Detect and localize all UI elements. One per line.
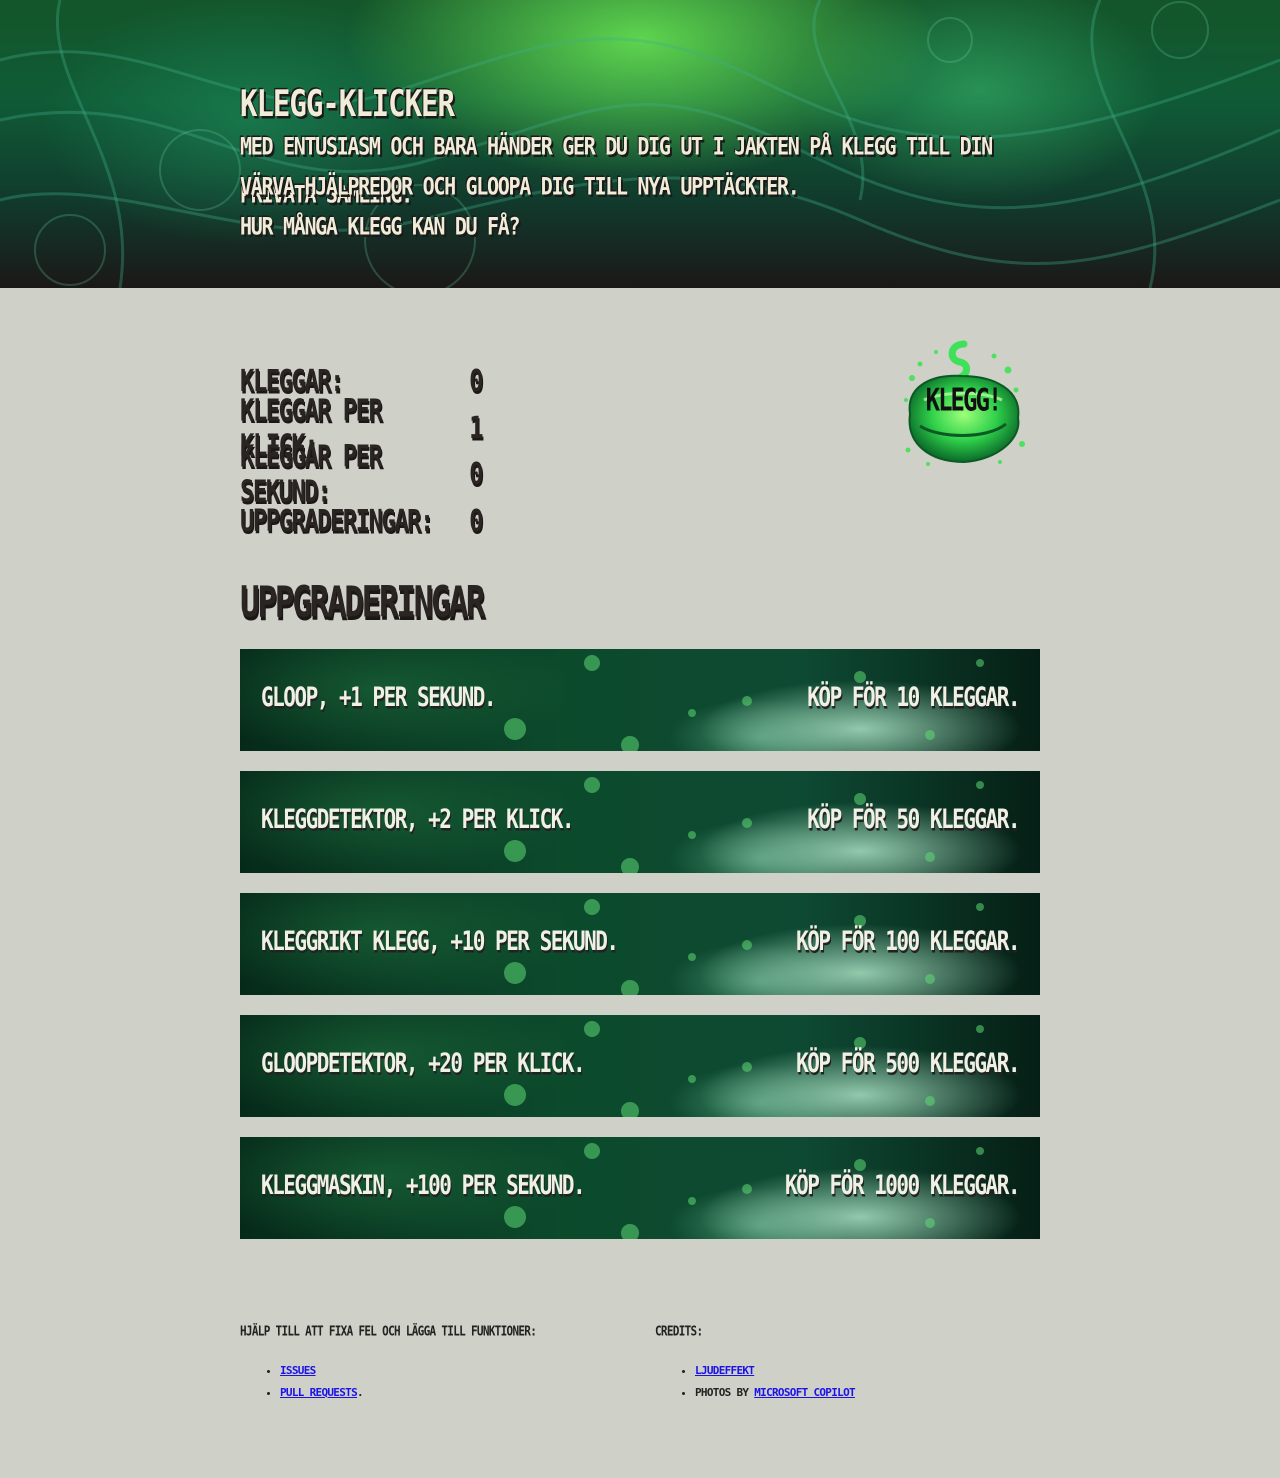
upgrade-gloop[interactable]: Gloop, +1 per sekund. Köp för 10 kleggar… xyxy=(240,649,1040,751)
upgrades-list: Gloop, +1 per sekund. Köp för 10 kleggar… xyxy=(240,649,1040,1259)
issues-link[interactable]: Issues xyxy=(280,1364,316,1377)
pull-requests-link[interactable]: Pull requests xyxy=(280,1386,358,1399)
upgrade-kleggmaskin[interactable]: Kleggmaskin, +100 per sekund. Köp för 10… xyxy=(240,1137,1040,1239)
credits-links: Ljudeffekt Photos by Microsoft Copilot xyxy=(655,1360,856,1404)
klegg-button-label: Klegg! xyxy=(925,381,1003,419)
upgrade-kleggrikt-klegg[interactable]: Kleggrikt klegg, +10 per sekund. Köp för… xyxy=(240,893,1040,995)
microsoft-copilot-link[interactable]: Microsoft Copilot xyxy=(754,1386,855,1399)
credits-section: Credits: Ljudeffekt Photos by Microsoft … xyxy=(655,1322,856,1404)
upgrade-price: Köp för 1000 kleggar. xyxy=(784,1170,1021,1200)
upgrade-name: Kleggmaskin, +100 per sekund. xyxy=(261,1170,586,1200)
upgrades-heading: Uppgraderingar xyxy=(240,576,486,627)
upgrade-name: Gloopdetektor, +20 per klick. xyxy=(261,1048,586,1078)
trailing-period: . xyxy=(357,1386,364,1399)
stat-uppgraderingar: Uppgraderingar: 0 xyxy=(240,498,484,545)
stat-value: 0 xyxy=(469,456,483,492)
upgrade-name: Kleggrikt klegg, +10 per sekund. xyxy=(261,926,619,956)
stats-panel: Kleggar: 0 Kleggar per klick: 1 Kleggar … xyxy=(240,358,484,545)
credits-title: Credits: xyxy=(655,1323,703,1340)
stat-kleggar-per-sekund: Kleggar per sekund: 0 xyxy=(240,439,484,509)
stat-value: 0 xyxy=(469,363,483,399)
hero-text: Klegg-klicker Med entusiasm och bara hän… xyxy=(240,82,1060,246)
help-links: Issues Pull requests. xyxy=(240,1360,536,1404)
photos-prefix: Photos by xyxy=(695,1386,755,1399)
upgrade-price: Köp för 10 kleggar. xyxy=(807,682,1020,712)
list-item: Issues xyxy=(280,1360,536,1382)
upgrade-name: Gloop, +1 per sekund. xyxy=(261,682,497,712)
intro-line-3: Hur många klegg kan du få? xyxy=(240,211,521,241)
list-item: Ljudeffekt xyxy=(695,1360,855,1382)
sound-effect-link[interactable]: Ljudeffekt xyxy=(695,1364,755,1377)
help-title: Hjälp till att fixa fel och lägga till f… xyxy=(240,1323,537,1340)
page-title: Klegg-klicker xyxy=(240,82,455,125)
stat-label: Uppgraderingar: xyxy=(240,503,434,539)
list-item: Photos by Microsoft Copilot xyxy=(695,1382,856,1404)
upgrade-price: Köp för 100 kleggar. xyxy=(796,926,1020,956)
stat-value: 0 xyxy=(469,503,483,539)
upgrade-price: Köp för 500 kleggar. xyxy=(796,1048,1020,1078)
upgrade-price: Köp för 50 kleggar. xyxy=(807,804,1020,834)
hero-header: Klegg-klicker Med entusiasm och bara hän… xyxy=(0,0,1280,288)
upgrade-name: Kleggdetektor, +2 per klick. xyxy=(261,804,575,834)
upgrade-kleggdetektor[interactable]: Kleggdetektor, +2 per klick. Köp för 50 … xyxy=(240,771,1040,873)
stat-value: 1 xyxy=(469,410,483,446)
klegg-click-button[interactable]: Klegg! xyxy=(898,334,1028,474)
help-section: Hjälp till att fixa fel och lägga till f… xyxy=(240,1322,537,1404)
stat-label: Kleggar per sekund: xyxy=(240,439,383,510)
list-item: Pull requests. xyxy=(280,1382,536,1404)
upgrade-gloopdetektor[interactable]: Gloopdetektor, +20 per klick. Köp för 50… xyxy=(240,1015,1040,1117)
